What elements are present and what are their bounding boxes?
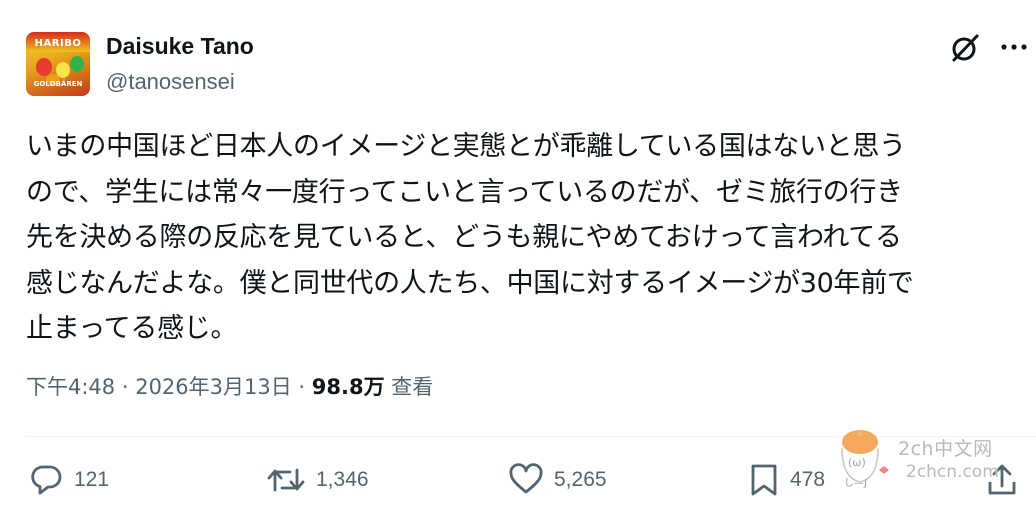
watermark-site-url: 2chcn.com — [906, 462, 999, 482]
tweet-text: いまの中国ほど日本人のイメージと実態とが乖離している国はないと思う ので、学生に… — [26, 131, 914, 344]
meta-separator: · — [291, 375, 312, 399]
bookmark-button[interactable]: 478 — [748, 460, 825, 500]
views-label: 查看 — [384, 375, 434, 399]
meta-separator: · — [115, 375, 136, 399]
bookmark-count: 478 — [790, 468, 826, 491]
like-count: 5,265 — [554, 468, 607, 491]
watermark-mascot-icon: (ω) し—J — [834, 426, 894, 492]
bookmark-icon — [748, 462, 780, 498]
tweet-meta: 下午4:48 · 2026年3月13日 · 98.8万 查看 — [26, 372, 433, 402]
author-display-name[interactable]: Daisuke Tano — [106, 32, 254, 60]
heart-icon — [508, 462, 544, 498]
watermark-site-name: 2ch中文网 — [898, 438, 993, 460]
reply-icon — [28, 462, 64, 498]
tweet-card: HARIBO GOLDBÄREN Daisuke Tano @tanosense… — [0, 0, 1036, 507]
avatar-gummy-bear — [36, 58, 52, 76]
watermark: (ω) し—J 2ch中文网 2chcn.com — [834, 426, 1032, 496]
avatar-sub-text: GOLDBÄREN — [33, 80, 83, 88]
avatar[interactable]: HARIBO GOLDBÄREN — [26, 32, 90, 96]
like-button[interactable]: 5,265 — [508, 460, 607, 500]
tweet-time[interactable]: 下午4:48 — [26, 375, 115, 399]
more-icon[interactable] — [996, 32, 1032, 64]
svg-text:し—J: し—J — [844, 477, 867, 489]
retweet-button[interactable]: 1,346 — [266, 460, 369, 500]
retweet-count: 1,346 — [316, 468, 369, 491]
reply-count: 121 — [74, 468, 110, 491]
avatar-brand-text: HARIBO — [34, 38, 82, 49]
svg-text:(ω): (ω) — [848, 456, 866, 469]
grok-icon[interactable] — [948, 32, 982, 64]
reply-button[interactable]: 121 — [28, 460, 109, 500]
views-count: 98.8万 — [311, 375, 385, 399]
author-handle[interactable]: @tanosensei — [106, 68, 235, 96]
avatar-gummy-bear — [70, 56, 84, 72]
tweet-date[interactable]: 2026年3月13日 — [135, 375, 292, 399]
retweet-icon — [266, 462, 306, 498]
